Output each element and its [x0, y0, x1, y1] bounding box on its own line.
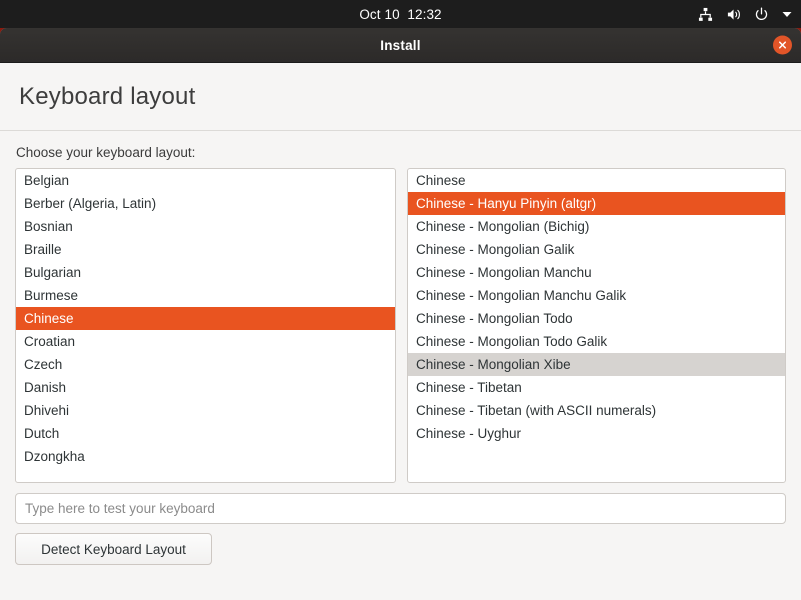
keyboard-layout-list[interactable]: Belgian Berber (Algeria, Latin) Bosnian Bra…	[15, 168, 396, 483]
layout-list-item[interactable]: Czech	[16, 353, 395, 376]
layout-list-item[interactable]: Danish	[16, 376, 395, 399]
layout-list-item[interactable]: Dhivehi	[16, 399, 395, 422]
page-content: Keyboard layout Choose your keyboard lay…	[0, 63, 801, 600]
network-icon[interactable]	[697, 6, 714, 23]
desktop-top-panel: Oct 10 12:32	[0, 0, 801, 28]
close-icon[interactable]	[773, 35, 792, 55]
variant-list-item[interactable]: Chinese - Tibetan (with ASCII numerals)	[408, 399, 785, 422]
window-titlebar[interactable]: Install	[0, 28, 801, 63]
choose-layout-label: Choose your keyboard layout:	[16, 145, 196, 160]
page-title: Keyboard layout	[19, 82, 196, 110]
layout-list-item[interactable]: Bosnian	[16, 215, 395, 238]
keyboard-variant-list[interactable]: Chinese Chinese - Hanyu Pinyin (altgr) Chi…	[407, 168, 786, 483]
variant-list-item[interactable]: Chinese - Mongolian Xibe	[408, 353, 785, 376]
layout-list-item[interactable]: Bulgarian	[16, 261, 395, 284]
variant-list-item[interactable]: Chinese - Mongolian Todo	[408, 307, 785, 330]
layout-list-item[interactable]: Chinese	[16, 307, 395, 330]
layout-list-item[interactable]: Dzongkha	[16, 445, 395, 468]
variant-list-item[interactable]: Chinese - Uyghur	[408, 422, 785, 445]
variant-list-item[interactable]: Chinese - Mongolian Galik	[408, 238, 785, 261]
variant-list-item[interactable]: Chinese - Mongolian Todo Galik	[408, 330, 785, 353]
layout-list-item[interactable]: Braille	[16, 238, 395, 261]
variant-list-item[interactable]: Chinese - Mongolian Manchu Galik	[408, 284, 785, 307]
variant-list-item[interactable]: Chinese	[408, 169, 785, 192]
power-icon[interactable]	[753, 6, 770, 23]
variant-list-item[interactable]: Chinese - Hanyu Pinyin (altgr)	[408, 192, 785, 215]
install-window: Install Keyboard layout Choose your keyb…	[0, 28, 801, 600]
layout-list-item[interactable]: Berber (Algeria, Latin)	[16, 192, 395, 215]
window-title: Install	[380, 37, 421, 53]
detect-keyboard-layout-button[interactable]: Detect Keyboard Layout	[15, 533, 212, 565]
volume-icon[interactable]	[725, 6, 742, 23]
clock[interactable]: Oct 10 12:32	[359, 7, 441, 22]
layout-list-item[interactable]: Croatian	[16, 330, 395, 353]
variant-list-item[interactable]: Chinese - Mongolian Manchu	[408, 261, 785, 284]
layout-list-item[interactable]: Burmese	[16, 284, 395, 307]
page-header: Keyboard layout	[0, 63, 801, 131]
chevron-down-icon[interactable]	[781, 8, 793, 20]
variant-list-item[interactable]: Chinese - Mongolian (Bichig)	[408, 215, 785, 238]
keyboard-test-input[interactable]	[15, 493, 786, 524]
layout-list-item[interactable]: Belgian	[16, 169, 395, 192]
system-tray	[697, 0, 793, 28]
variant-list-item[interactable]: Chinese - Tibetan	[408, 376, 785, 399]
layout-list-item[interactable]: Dutch	[16, 422, 395, 445]
